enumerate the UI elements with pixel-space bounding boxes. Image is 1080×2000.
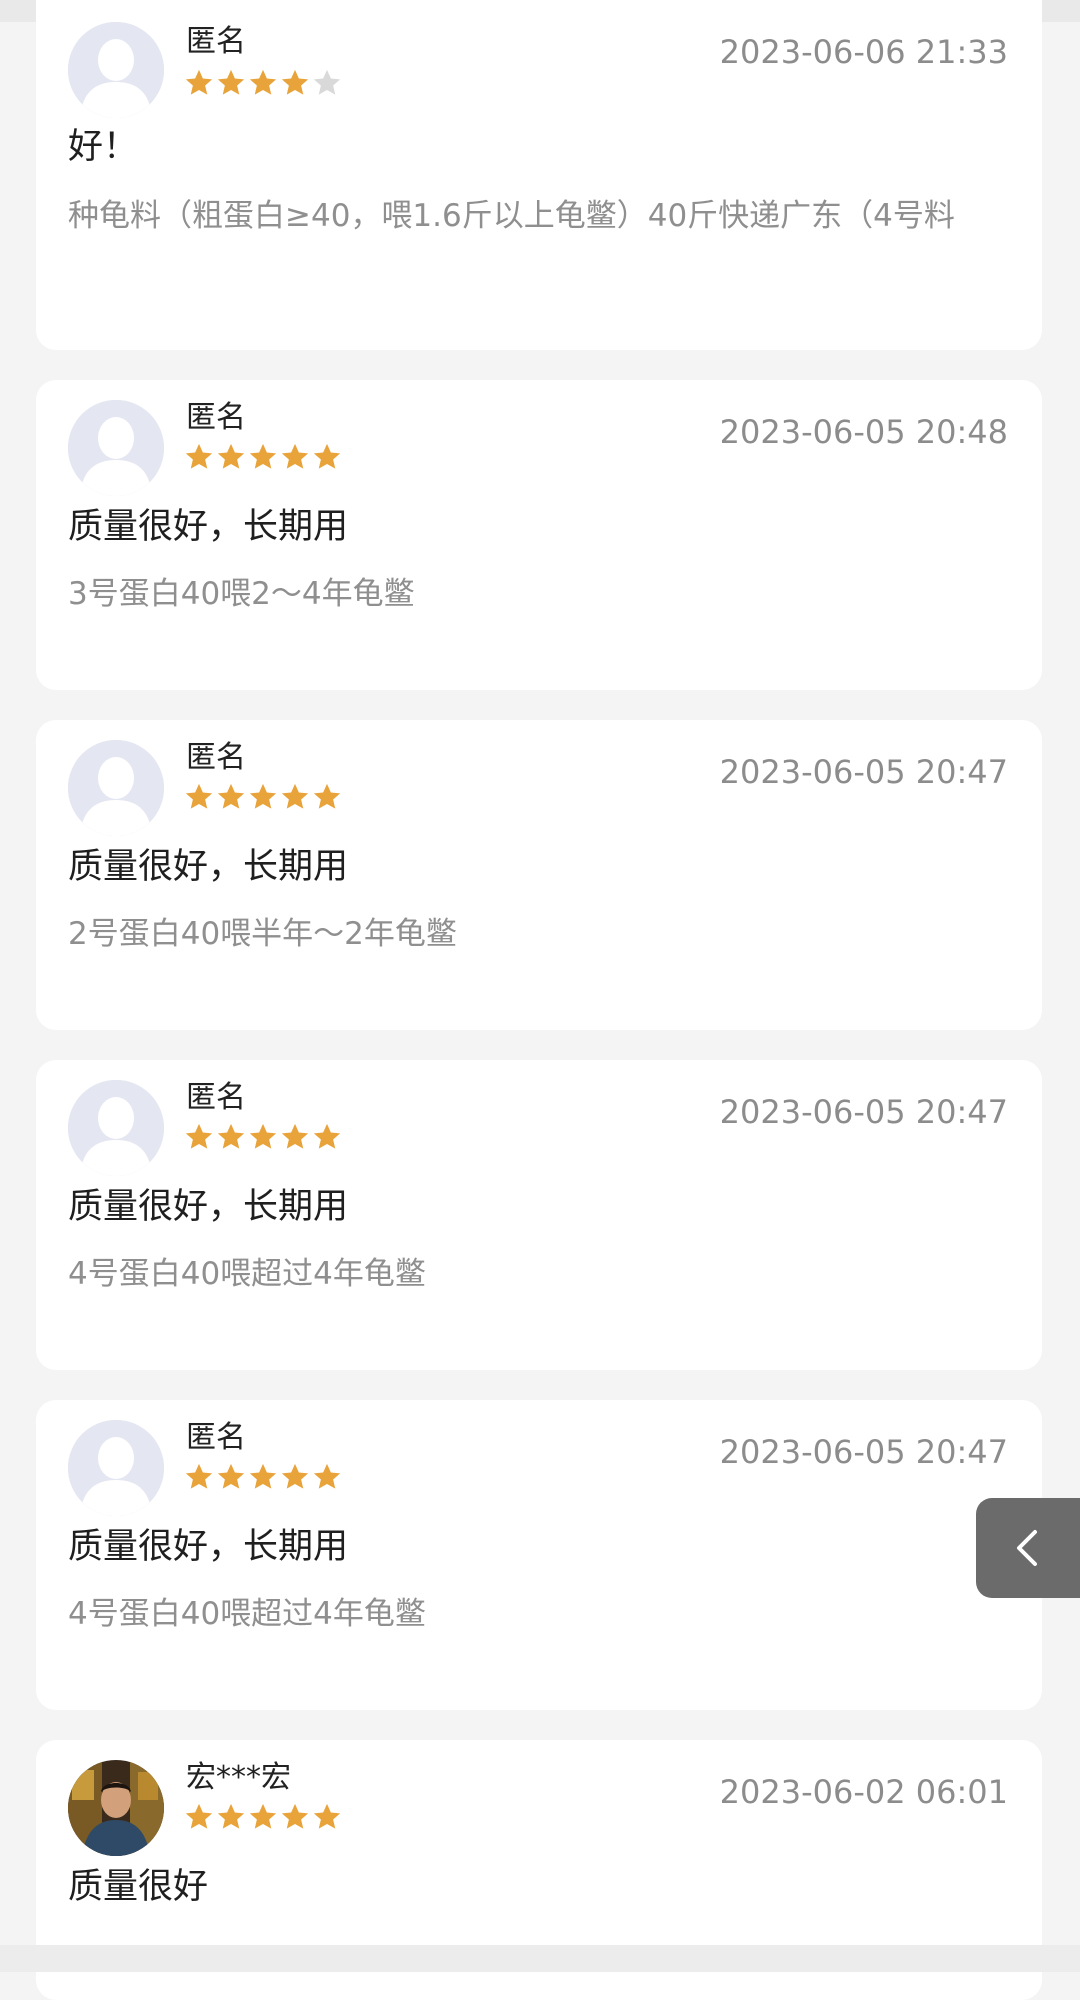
star-rating <box>184 1802 344 1832</box>
star-filled-icon <box>217 443 245 469</box>
star-rating <box>184 782 344 812</box>
star-filled-icon <box>249 1803 277 1829</box>
star-filled-icon <box>281 1803 309 1829</box>
star-filled-icon <box>281 1463 309 1489</box>
star-filled-icon <box>185 69 213 95</box>
star-filled-icon <box>249 1463 277 1489</box>
product-spec: 4号蛋白40喂超过4年龟鳖 <box>68 1256 426 1292</box>
star-filled-icon <box>281 1123 309 1149</box>
star-filled-icon <box>281 443 309 469</box>
review-text: 质量很好 <box>68 1867 209 1907</box>
reviewer-name: 宏***宏 <box>186 1760 291 1795</box>
bottom-strip <box>0 1945 1080 1972</box>
back-button[interactable] <box>976 1498 1080 1598</box>
product-spec: 3号蛋白40喂2～4年龟鳖 <box>68 576 415 612</box>
star-empty-icon <box>313 69 341 95</box>
reviewer-name: 匿名 <box>186 1420 246 1455</box>
default-avatar-icon <box>68 740 164 836</box>
star-filled-icon <box>249 783 277 809</box>
star-filled-icon <box>313 1803 341 1829</box>
product-spec: 种龟料（粗蛋白≥40，喂1.6斤以上龟鳖）40斤快递广东（4号料 <box>68 198 955 234</box>
reviewer-name: 匿名 <box>186 740 246 775</box>
review-text: 质量很好，长期用 <box>68 1187 349 1227</box>
star-filled-icon <box>185 443 213 469</box>
star-filled-icon <box>281 783 309 809</box>
star-filled-icon <box>185 1123 213 1149</box>
review-text: 好！ <box>68 127 139 167</box>
star-filled-icon <box>217 1803 245 1829</box>
star-filled-icon <box>313 443 341 469</box>
user-photo-icon <box>68 1760 164 1856</box>
star-filled-icon <box>217 1463 245 1489</box>
review-card: 匿名 2023-06-06 21:33 好！ 种龟料（粗蛋白≥40，喂1.6斤以… <box>36 0 1042 350</box>
star-filled-icon <box>313 1463 341 1489</box>
reviewer-name: 匿名 <box>186 24 246 59</box>
star-rating <box>184 1122 344 1152</box>
review-date: 2023-06-05 20:48 <box>719 413 1008 451</box>
review-date: 2023-06-05 20:47 <box>719 1093 1008 1131</box>
star-filled-icon <box>249 443 277 469</box>
star-filled-icon <box>185 783 213 809</box>
review-list: 匿名 2023-06-06 21:33 好！ 种龟料（粗蛋白≥40，喂1.6斤以… <box>0 0 1080 2000</box>
star-filled-icon <box>313 1123 341 1149</box>
star-filled-icon <box>313 783 341 809</box>
reviewer-name: 匿名 <box>186 1080 246 1115</box>
star-filled-icon <box>217 783 245 809</box>
review-card: 匿名 2023-06-05 20:47 质量很好，长期用 2号蛋白40喂半年～2… <box>36 720 1042 1030</box>
review-date: 2023-06-05 20:47 <box>719 1433 1008 1471</box>
star-rating <box>184 68 344 98</box>
review-text: 质量很好，长期用 <box>68 1527 349 1567</box>
review-date: 2023-06-06 21:33 <box>719 33 1008 71</box>
default-avatar-icon <box>68 400 164 496</box>
star-rating <box>184 442 344 472</box>
review-card: 匿名 2023-06-05 20:48 质量很好，长期用 3号蛋白40喂2～4年… <box>36 380 1042 690</box>
review-date: 2023-06-05 20:47 <box>719 753 1008 791</box>
product-spec: 2号蛋白40喂半年～2年龟鳖 <box>68 916 457 952</box>
review-text: 质量很好，长期用 <box>68 847 349 887</box>
product-spec: 4号蛋白40喂超过4年龟鳖 <box>68 1596 426 1632</box>
review-card: 匿名 2023-06-05 20:47 质量很好，长期用 4号蛋白40喂超过4年… <box>36 1400 1042 1710</box>
reviewer-name: 匿名 <box>186 400 246 435</box>
default-avatar-icon <box>68 22 164 118</box>
star-rating <box>184 1462 344 1492</box>
star-filled-icon <box>249 69 277 95</box>
chevron-left-icon <box>1017 1530 1037 1566</box>
star-filled-icon <box>281 69 309 95</box>
review-date: 2023-06-02 06:01 <box>719 1773 1008 1811</box>
review-card: 匿名 2023-06-05 20:47 质量很好，长期用 4号蛋白40喂超过4年… <box>36 1060 1042 1370</box>
review-text: 质量很好，长期用 <box>68 507 349 547</box>
star-filled-icon <box>217 1123 245 1149</box>
default-avatar-icon <box>68 1420 164 1516</box>
star-filled-icon <box>249 1123 277 1149</box>
star-filled-icon <box>185 1803 213 1829</box>
default-avatar-icon <box>68 1080 164 1176</box>
star-filled-icon <box>217 69 245 95</box>
star-filled-icon <box>185 1463 213 1489</box>
